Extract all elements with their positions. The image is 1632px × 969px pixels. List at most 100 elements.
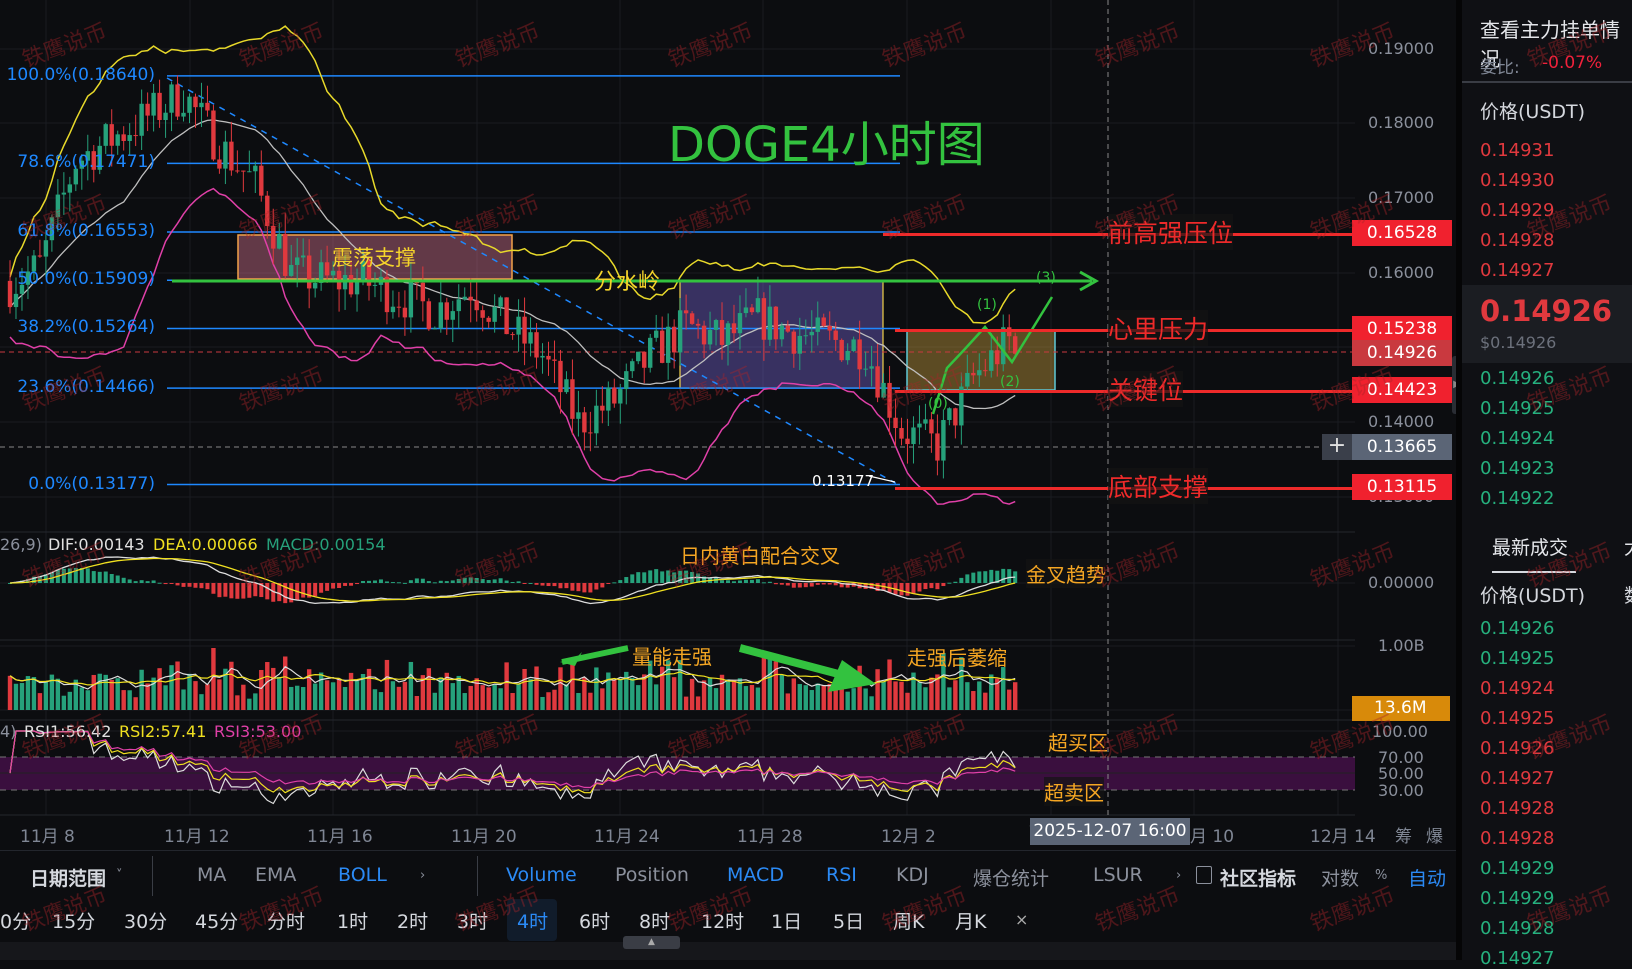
toolbar-item-7[interactable]: Position — [615, 864, 689, 886]
volume-bar — [564, 684, 569, 710]
timeframe-8[interactable]: 4时 — [517, 907, 548, 934]
macd-histogram-bar — [815, 583, 820, 585]
timeframe-15[interactable]: 月K — [955, 907, 986, 934]
toolbar-item-14[interactable]: 社区指标 — [1220, 864, 1296, 891]
macd-histogram-bar — [522, 583, 527, 584]
volume-arrow-right-shaft — [738, 644, 848, 680]
volume-bar — [606, 672, 611, 710]
toolbar-item-1[interactable]: ˅ — [116, 868, 123, 883]
add-alert-plus-icon[interactable]: + — [1322, 434, 1352, 460]
timeframe-0[interactable]: 0分 — [0, 907, 31, 934]
x-axis-label: 11月 8 — [20, 827, 75, 847]
timeframe-13[interactable]: 5日 — [833, 907, 864, 934]
timeframe-7[interactable]: 3时 — [457, 907, 488, 934]
macd-histogram-bar — [941, 583, 946, 587]
candle-body — [456, 299, 461, 312]
macd-histogram-bar — [199, 583, 204, 589]
timeframe-4[interactable]: 分时 — [267, 907, 305, 934]
candle-body — [893, 417, 898, 429]
candle-body — [492, 306, 497, 322]
tab-latest-trades[interactable]: 最新成交 — [1492, 533, 1568, 560]
edit-indicator-icon[interactable] — [1196, 866, 1212, 884]
volume-bar — [552, 689, 557, 710]
x-axis-label: 11月 28 — [737, 827, 803, 847]
toolbar-item-2[interactable]: MA — [197, 864, 226, 886]
macd-histogram-bar — [833, 583, 838, 586]
macd-histogram-bar — [540, 583, 545, 586]
liquidation-button[interactable]: 爆 — [1426, 822, 1443, 847]
toolbar-item-15[interactable]: 对数 — [1321, 864, 1359, 891]
candle-body — [725, 323, 731, 345]
bid-price[interactable]: 0.14923 — [1480, 458, 1554, 479]
volume-bar — [295, 685, 300, 710]
candle-body — [773, 306, 779, 340]
bid-price[interactable]: 0.14925 — [1480, 398, 1554, 419]
x-axis-label: 11月 24 — [594, 827, 660, 847]
candle-body — [576, 412, 581, 419]
timeframe-10[interactable]: 8时 — [639, 907, 670, 934]
timeframe-16[interactable]: × — [1015, 910, 1028, 929]
timeframe-12[interactable]: 1日 — [771, 907, 802, 934]
fib-label: 100.0%(0.18640) — [6, 64, 155, 85]
candle-body — [175, 84, 180, 117]
macd-histogram-bar — [743, 579, 748, 583]
toolbar-item-17[interactable]: 自动 — [1408, 864, 1446, 891]
volume-bar — [265, 662, 270, 710]
volume-note-strong: 量能走强 — [632, 645, 712, 669]
toolbar-item-16[interactable]: % — [1375, 868, 1387, 883]
toolbar-item-12[interactable]: LSUR — [1093, 864, 1143, 886]
ask-price[interactable]: 0.14931 — [1480, 140, 1554, 161]
candle-body — [247, 171, 252, 173]
candle-body — [983, 370, 988, 372]
toolbar-item-4[interactable]: BOLL — [338, 864, 387, 886]
fib-label: 0.0%(0.13177) — [28, 473, 155, 494]
timeframe-6[interactable]: 2时 — [397, 907, 428, 934]
chip-distribution-button[interactable]: 筹 — [1395, 822, 1412, 847]
macd-histogram-bar — [899, 583, 904, 596]
macd-histogram-bar — [133, 581, 138, 583]
bid-price[interactable]: 0.14922 — [1480, 488, 1554, 509]
tab-large-trades[interactable]: 大 — [1624, 533, 1632, 560]
volume-bar — [289, 686, 294, 710]
volume-bar — [881, 681, 886, 710]
chart-title: DOGE4小时图 — [668, 117, 985, 173]
expand-panel-up-icon[interactable]: ▲ — [623, 936, 680, 949]
toolbar-item-13[interactable]: › — [1176, 868, 1181, 883]
toolbar-item-5[interactable]: › — [420, 868, 425, 883]
timeframe-5[interactable]: 1时 — [337, 907, 368, 934]
bid-price[interactable]: 0.14926 — [1480, 368, 1554, 389]
candle-body — [941, 420, 946, 461]
toolbar-item-10[interactable]: KDJ — [896, 864, 929, 886]
timeframe-1[interactable]: 15分 — [52, 907, 95, 934]
price-axis-label: 0.16000 — [1368, 263, 1435, 282]
ask-price[interactable]: 0.14927 — [1480, 260, 1554, 281]
toolbar-item-9[interactable]: RSI — [826, 864, 857, 886]
toolbar-item-6[interactable]: Volume — [506, 864, 577, 886]
toolbar-item-11[interactable]: 爆仓统计 — [973, 864, 1049, 891]
candle-body — [37, 255, 43, 257]
volume-bar — [504, 662, 509, 710]
volume-bar — [761, 652, 767, 710]
timeframe-9[interactable]: 6时 — [579, 907, 610, 934]
bid-price[interactable]: 0.14924 — [1480, 428, 1554, 449]
toolbar-item-3[interactable]: EMA — [255, 864, 296, 886]
candle-body — [677, 310, 683, 353]
ask-price[interactable]: 0.14930 — [1480, 170, 1554, 191]
volume-bar — [55, 678, 61, 710]
timeframe-3[interactable]: 45分 — [195, 907, 238, 934]
macd-histogram-bar — [462, 577, 467, 583]
candle-body — [582, 412, 587, 433]
macd-histogram-bar — [121, 577, 126, 583]
toolbar-item-0[interactable]: 日期范围 — [30, 864, 106, 891]
timeframe-11[interactable]: 12时 — [701, 907, 744, 934]
macd-histogram-bar — [301, 583, 306, 598]
macd-histogram-bar — [181, 583, 186, 587]
timeframe-14[interactable]: 周K — [893, 907, 924, 934]
ask-price[interactable]: 0.14929 — [1480, 200, 1554, 221]
toolbar-item-8[interactable]: MACD — [727, 864, 784, 886]
timeframe-2[interactable]: 30分 — [124, 907, 167, 934]
volume-bar — [426, 668, 432, 710]
ask-price[interactable]: 0.14928 — [1480, 230, 1554, 251]
wave-0-label: (0) — [928, 396, 948, 412]
panel-splitter[interactable] — [1456, 0, 1462, 960]
